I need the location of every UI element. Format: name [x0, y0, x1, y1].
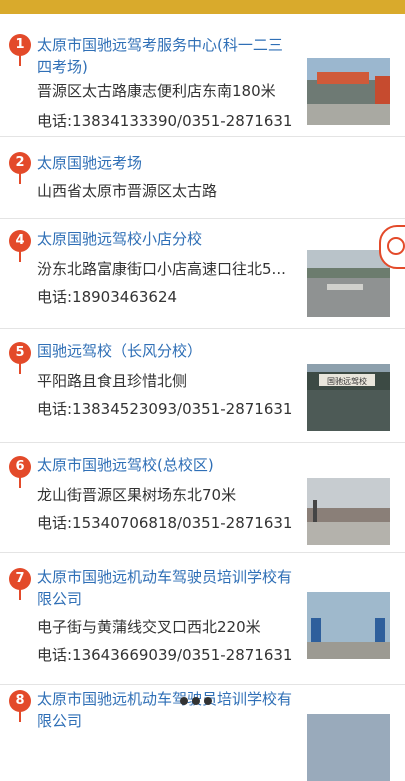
place-address: 山西省太原市晋源区太古路 [37, 182, 218, 200]
place-title[interactable]: 太原国驰远考场 [37, 152, 297, 174]
list-item[interactable]: 1 太原市国驰远驾考服务中心(科一二三四考场) 晋源区太古路康志便利店东南180… [0, 14, 405, 137]
place-title[interactable]: 太原市国驰远机动车驾驶员培训学校有限公司 [37, 688, 297, 732]
place-address: 电子街与黄蒲线交叉口西北220米 [37, 618, 261, 636]
photo-sign-text: 国驰远驾校 [327, 376, 367, 386]
place-photo[interactable] [307, 58, 390, 125]
page-indicator [180, 690, 226, 705]
place-title[interactable]: 太原市国驰远机动车驾驶员培训学校有限公司 [37, 566, 297, 610]
map-pin-icon: 5 [9, 342, 31, 374]
top-accent-bar [0, 0, 405, 14]
floating-helper-button[interactable] [379, 225, 405, 269]
place-address: 晋源区太古路康志便利店东南180米 [37, 82, 276, 100]
helper-icon [387, 237, 405, 255]
place-phone[interactable]: 电话:13834523093/0351-2871631 [37, 398, 292, 420]
map-pin-icon: 4 [9, 230, 31, 262]
page-dot [204, 697, 212, 705]
place-phone[interactable]: 电话:15340706818/0351-2871631 [37, 512, 292, 534]
place-title[interactable]: 太原市国驰远驾考服务中心(科一二三四考场) [37, 34, 297, 78]
place-address: 平阳路且食且珍惜北侧 [37, 372, 188, 390]
list-item[interactable]: 7 太原市国驰远机动车驾驶员培训学校有限公司 电子街与黄蒲线交叉口西北220米 … [0, 552, 405, 685]
list-item[interactable]: 4 太原国驰远驾校小店分校 汾东北路富康街口小店高速口往北5... 电话:189… [0, 218, 405, 329]
map-pin-icon: 7 [9, 568, 31, 600]
map-pin-icon: 2 [9, 152, 31, 184]
list-item[interactable]: 5 国驰远驾校（长风分校） 平阳路且食且珍惜北侧 电话:13834523093/… [0, 328, 405, 443]
place-title[interactable]: 太原国驰远驾校小店分校 [37, 228, 297, 250]
map-pin-icon: 6 [9, 456, 31, 488]
place-phone[interactable]: 电话:18903463624 [37, 286, 177, 308]
list-item[interactable]: 2 太原国驰远考场 山西省太原市晋源区太古路 [0, 136, 405, 219]
page-dot [192, 697, 200, 705]
place-title[interactable]: 国驰远驾校（长风分校） [37, 340, 297, 362]
page-dot [180, 697, 188, 705]
place-address: 龙山街晋源区果树场东北70米 [37, 486, 237, 504]
place-phone[interactable]: 电话:13834133390/0351-2871631 [37, 110, 292, 132]
place-photo[interactable] [307, 250, 390, 317]
map-pin-icon: 8 [9, 690, 31, 722]
place-title[interactable]: 太原市国驰远驾校(总校区) [37, 454, 297, 476]
list-item[interactable]: 6 太原市国驰远驾校(总校区) 龙山街晋源区果树场东北70米 电话:153407… [0, 442, 405, 553]
place-phone[interactable]: 电话:13643669039/0351-2871631 [37, 644, 292, 666]
place-photo[interactable]: 国驰远驾校 [307, 364, 390, 431]
place-photo[interactable] [307, 592, 390, 659]
place-photo[interactable] [307, 478, 390, 545]
map-pin-icon: 1 [9, 34, 31, 66]
place-address: 汾东北路富康街口小店高速口往北5... [37, 260, 286, 278]
place-photo[interactable] [307, 714, 390, 781]
